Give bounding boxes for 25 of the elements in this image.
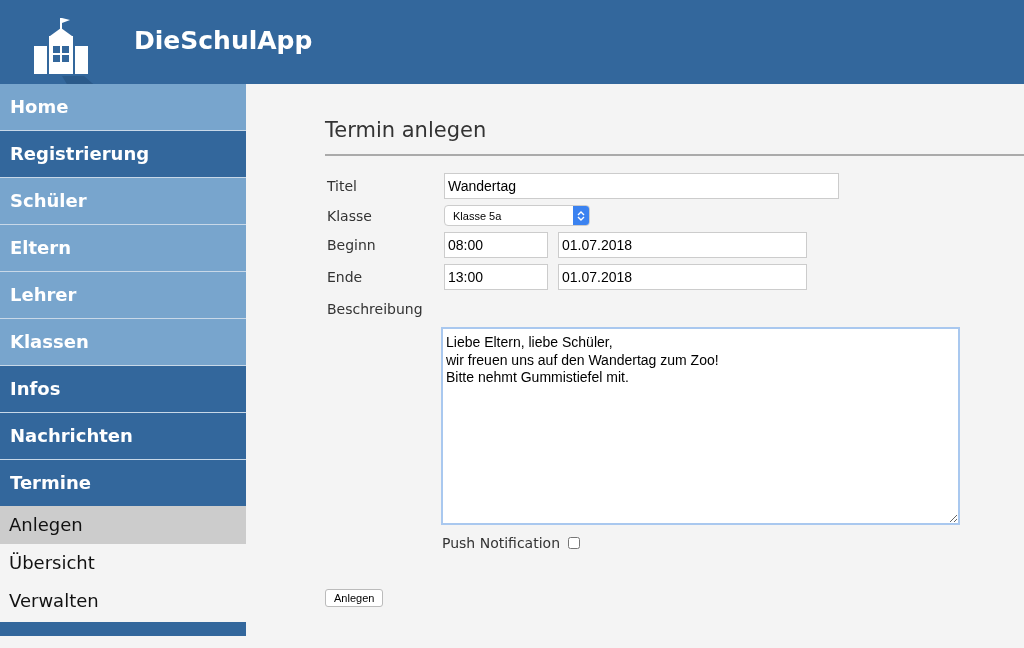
time-input[interactable]: 13:00 (444, 264, 548, 290)
push-notification-checkbox[interactable] (568, 537, 580, 549)
class-select[interactable]: Klasse 5a (444, 205, 590, 226)
title-input[interactable]: Wandertag (444, 173, 839, 199)
submenu-item[interactable]: Anlegen (0, 506, 246, 544)
sidebar-item[interactable]: Registrierung (0, 130, 246, 178)
push-notification-label: Push Notification (442, 535, 560, 551)
date-input[interactable]: 01.07.2018 (558, 264, 807, 290)
submenu-item[interactable]: Übersicht (0, 544, 246, 582)
field-label: Beschreibung (326, 301, 424, 317)
field-label: Ende (326, 269, 364, 285)
chevrons-icon (577, 209, 585, 222)
submenu-item[interactable]: Verwalten (0, 582, 246, 620)
time-input[interactable]: 08:00 (444, 232, 548, 258)
page-title: Termin anlegen (325, 118, 1024, 156)
create-button[interactable]: Anlegen (325, 589, 384, 607)
date-input[interactable]: 01.07.2018 (558, 232, 807, 258)
description-textarea[interactable]: Liebe Eltern, liebe Schüler, wir freuen uns auf den Wandertag zum Zoo! Bitte nehmt Gummistiefel mit. (441, 327, 960, 525)
field-label: Titel (326, 178, 358, 194)
app-title: DieSchulApp (134, 25, 313, 55)
sidebar-item[interactable]: Termine (0, 459, 246, 507)
field-label: Beginn (326, 237, 377, 253)
sidebar-item[interactable]: Infos (0, 365, 246, 413)
sidebar-item[interactable]: Nachrichten (0, 412, 246, 460)
field-label: Klasse (326, 207, 373, 224)
